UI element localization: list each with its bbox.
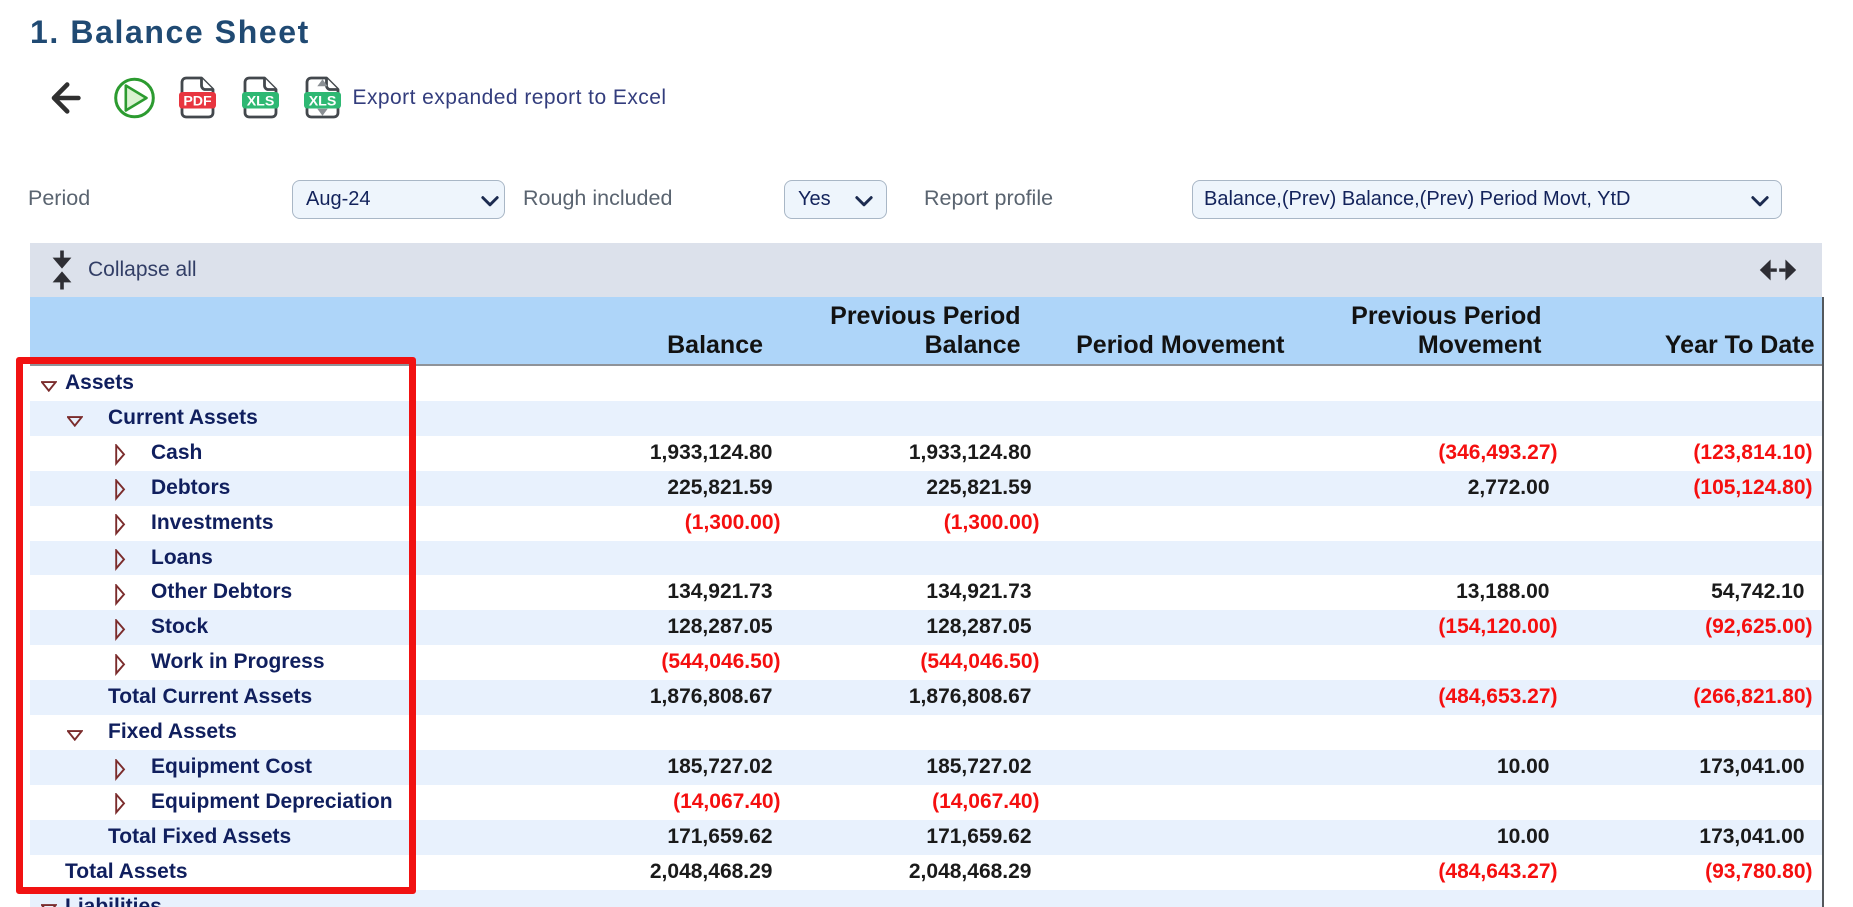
svg-text:XLS: XLS <box>309 93 337 109</box>
svg-text:PDF: PDF <box>183 93 212 109</box>
svg-text:XLS: XLS <box>247 93 275 109</box>
